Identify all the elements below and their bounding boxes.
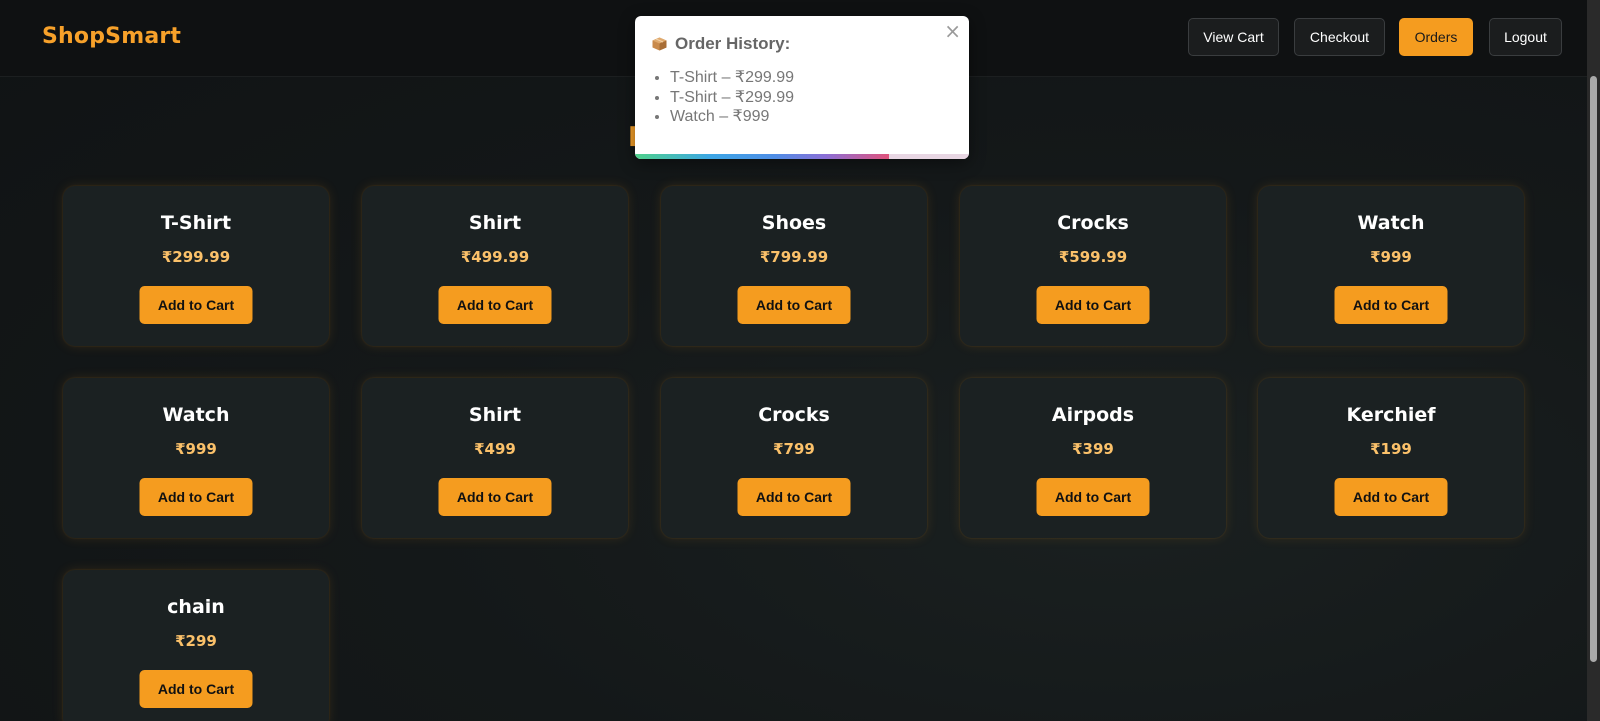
product-name: Airpods bbox=[1051, 404, 1135, 426]
product-name: Watch bbox=[162, 404, 230, 426]
product-card: Crocks ₹599.99 Add to Cart bbox=[960, 186, 1226, 346]
order-list: T-Shirt – ₹299.99 T-Shirt – ₹299.99 Watc… bbox=[652, 68, 794, 127]
product-price: ₹199 bbox=[1370, 440, 1412, 458]
product-name: chain bbox=[167, 596, 225, 618]
product-name: Shirt bbox=[468, 404, 522, 426]
add-to-cart-button[interactable]: Add to Cart bbox=[139, 478, 253, 516]
product-name: Crocks bbox=[758, 404, 830, 426]
product-price: ₹799 bbox=[773, 440, 815, 458]
add-to-cart-button[interactable]: Add to Cart bbox=[737, 478, 851, 516]
product-price: ₹999 bbox=[1370, 248, 1412, 266]
product-name: Shirt bbox=[468, 212, 522, 234]
product-name: Crocks bbox=[1057, 212, 1129, 234]
brand-logo[interactable]: ShopSmart bbox=[42, 24, 181, 49]
page-scrollbar[interactable] bbox=[1587, 0, 1600, 721]
order-list-item: T-Shirt – ₹299.99 bbox=[670, 68, 794, 88]
product-name: Watch bbox=[1357, 212, 1425, 234]
product-name: T-Shirt bbox=[160, 212, 232, 234]
add-to-cart-button[interactable]: Add to Cart bbox=[1334, 286, 1448, 324]
add-to-cart-button[interactable]: Add to Cart bbox=[139, 670, 253, 708]
add-to-cart-button[interactable]: Add to Cart bbox=[139, 286, 253, 324]
timer-progress-bar bbox=[635, 154, 969, 159]
product-price: ₹799.99 bbox=[759, 248, 829, 266]
product-card: Airpods ₹399 Add to Cart bbox=[960, 378, 1226, 538]
product-price: ₹999 bbox=[175, 440, 217, 458]
modal-heading: Order History: bbox=[675, 34, 791, 53]
product-name: Shoes bbox=[761, 212, 827, 234]
product-name: Kerchief bbox=[1346, 404, 1436, 426]
product-price: ₹599.99 bbox=[1058, 248, 1128, 266]
order-history-modal: × Order History: T-Shirt – ₹299.99 T-Shi… bbox=[635, 16, 969, 159]
product-card: Shirt ₹499 Add to Cart bbox=[362, 378, 628, 538]
view-cart-button[interactable]: View Cart bbox=[1188, 18, 1279, 56]
product-price: ₹499.99 bbox=[460, 248, 530, 266]
scrollbar-thumb[interactable] bbox=[1590, 76, 1597, 662]
product-price: ₹399 bbox=[1072, 440, 1114, 458]
product-card: Watch ₹999 Add to Cart bbox=[1258, 186, 1524, 346]
package-icon bbox=[652, 37, 667, 51]
product-card: Kerchief ₹199 Add to Cart bbox=[1258, 378, 1524, 538]
checkout-button[interactable]: Checkout bbox=[1294, 18, 1385, 56]
product-price: ₹299 bbox=[175, 632, 217, 650]
close-icon[interactable]: × bbox=[944, 20, 961, 42]
logout-button[interactable]: Logout bbox=[1489, 18, 1562, 56]
add-to-cart-button[interactable]: Add to Cart bbox=[737, 286, 851, 324]
orders-button[interactable]: Orders bbox=[1399, 18, 1473, 56]
order-list-item: T-Shirt – ₹299.99 bbox=[670, 88, 794, 108]
order-list-item: Watch – ₹999 bbox=[670, 107, 794, 127]
add-to-cart-button[interactable]: Add to Cart bbox=[438, 478, 552, 516]
add-to-cart-button[interactable]: Add to Cart bbox=[1334, 478, 1448, 516]
modal-title-row: Order History: bbox=[652, 34, 790, 54]
add-to-cart-button[interactable]: Add to Cart bbox=[1036, 286, 1150, 324]
product-card: Crocks ₹799 Add to Cart bbox=[661, 378, 927, 538]
timer-progress-fill bbox=[635, 154, 889, 159]
product-price: ₹299.99 bbox=[161, 248, 231, 266]
product-card: Watch ₹999 Add to Cart bbox=[63, 378, 329, 538]
shop-page: ShopSmart View Cart Checkout Orders Logo… bbox=[0, 0, 1600, 721]
product-card: Shoes ₹799.99 Add to Cart bbox=[661, 186, 927, 346]
product-card: chain ₹299 Add to Cart bbox=[63, 570, 329, 721]
add-to-cart-button[interactable]: Add to Cart bbox=[438, 286, 552, 324]
product-card: Shirt ₹499.99 Add to Cart bbox=[362, 186, 628, 346]
product-price: ₹499 bbox=[474, 440, 516, 458]
add-to-cart-button[interactable]: Add to Cart bbox=[1036, 478, 1150, 516]
product-card: T-Shirt ₹299.99 Add to Cart bbox=[63, 186, 329, 346]
